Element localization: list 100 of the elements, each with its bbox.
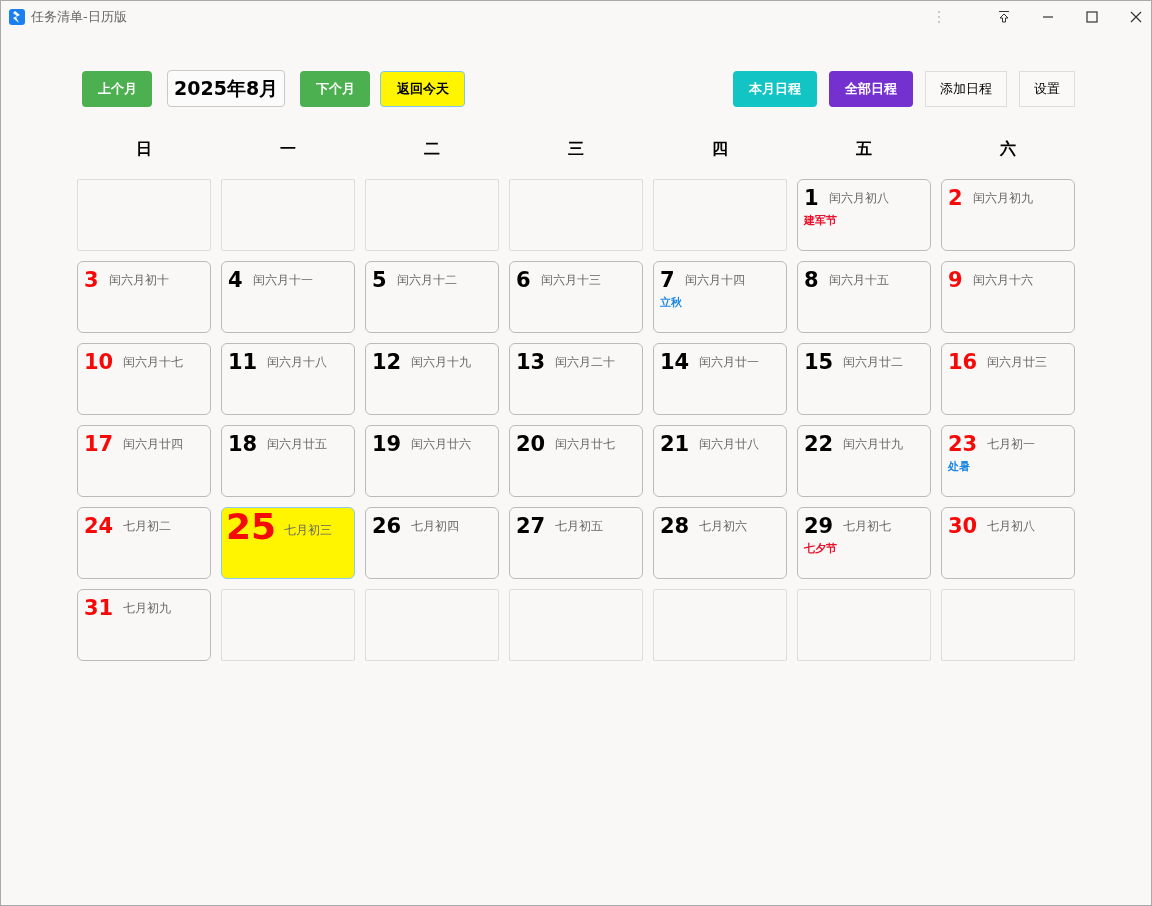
window-title: 任务清单-日历版 (31, 8, 127, 26)
lunar-date: 闰六月十七 (123, 353, 184, 371)
day-number: 23 (948, 432, 978, 456)
lunar-date: 闰六月十二 (396, 271, 457, 289)
day-number: 22 (804, 432, 834, 456)
lunar-date: 闰六月廿二 (843, 353, 904, 371)
day-cell[interactable]: 25 七月初三 (221, 507, 355, 579)
lunar-date: 闰六月廿六 (411, 435, 472, 453)
day-cell[interactable]: 22 闰六月廿九 (797, 425, 931, 497)
lunar-date: 七月初三 (284, 522, 333, 539)
day-cell[interactable]: 27 七月初五 (509, 507, 643, 579)
weekday-header: 三 (568, 138, 584, 160)
day-cell[interactable]: 10 闰六月十七 (77, 343, 211, 415)
day-cell[interactable]: 20 闰六月廿七 (509, 425, 643, 497)
day-cell[interactable]: 14 闰六月廿一 (653, 343, 787, 415)
lunar-date: 七月初一 (987, 435, 1036, 453)
lunar-date: 闰六月十九 (411, 353, 472, 371)
day-cell[interactable]: 2 闰六月初九 (941, 179, 1075, 251)
weekday-header: 五 (856, 138, 872, 160)
lunar-date: 七月初五 (555, 517, 604, 535)
day-cell[interactable]: 4 闰六月十一 (221, 261, 355, 333)
day-cell[interactable]: 7 闰六月十四 立秋 (653, 261, 787, 333)
day-number: 17 (84, 432, 114, 456)
day-number: 20 (516, 432, 546, 456)
lunar-date: 七月初二 (123, 517, 172, 535)
lunar-date: 闰六月初九 (972, 189, 1033, 207)
day-cell[interactable]: 18 闰六月廿五 (221, 425, 355, 497)
weekday-header: 日 (136, 138, 152, 160)
day-cell[interactable]: 16 闰六月廿三 (941, 343, 1075, 415)
day-cell[interactable]: 28 七月初六 (653, 507, 787, 579)
festival-label: 处暑 (948, 459, 970, 474)
day-number: 3 (84, 268, 99, 292)
day-number: 10 (84, 350, 114, 374)
lunar-date: 闰六月廿一 (699, 353, 760, 371)
lunar-date: 七月初七 (843, 517, 892, 535)
day-cell[interactable]: 11 闰六月十八 (221, 343, 355, 415)
day-cell[interactable]: 24 七月初二 (77, 507, 211, 579)
day-number: 13 (516, 350, 546, 374)
day-cell[interactable]: 23 七月初一 处暑 (941, 425, 1075, 497)
pin-top-icon[interactable] (997, 10, 1011, 24)
today-button[interactable]: 返回今天 (380, 70, 466, 107)
day-cell[interactable]: 29 七月初七 七夕节 (797, 507, 931, 579)
day-number: 28 (660, 514, 690, 538)
lunar-date: 闰六月二十 (555, 353, 616, 371)
day-cell[interactable]: 19 闰六月廿六 (365, 425, 499, 497)
all-schedule-button[interactable]: 全部日程 (829, 70, 913, 107)
day-cell[interactable]: 31 七月初九 (77, 589, 211, 661)
day-cell[interactable]: 9 闰六月十六 (941, 261, 1075, 333)
lunar-date: 闰六月初八 (828, 189, 889, 207)
day-number: 21 (660, 432, 690, 456)
weekday-header: 一 (280, 138, 296, 160)
lunar-date: 闰六月廿四 (123, 435, 184, 453)
day-number: 19 (372, 432, 402, 456)
day-number: 31 (84, 596, 114, 620)
day-cell[interactable]: 21 闰六月廿八 (653, 425, 787, 497)
day-number: 4 (228, 268, 243, 292)
lunar-date: 闰六月十八 (267, 353, 328, 371)
weekday-header: 六 (1000, 138, 1016, 160)
app-logo-icon (9, 9, 25, 25)
toolbar-button[interactable]: 设置 (1019, 70, 1075, 107)
month-label: 2025年8月 (167, 70, 286, 107)
lunar-date: 闰六月十四 (684, 271, 745, 289)
weekday-header: 四 (712, 138, 728, 160)
day-cell[interactable]: 3 闰六月初十 (77, 261, 211, 333)
lunar-date: 七月初四 (411, 517, 460, 535)
day-number: 26 (372, 514, 402, 538)
day-number: 12 (372, 350, 402, 374)
lunar-date: 闰六月廿五 (267, 435, 328, 453)
day-cell[interactable]: 6 闰六月十三 (509, 261, 643, 333)
festival-label: 建军节 (804, 213, 837, 228)
toolbar-button[interactable]: 添加日程 (925, 70, 1007, 107)
day-cell[interactable]: 1 闰六月初八 建军节 (797, 179, 931, 251)
day-cell[interactable]: 12 闰六月十九 (365, 343, 499, 415)
close-icon[interactable] (1129, 10, 1143, 24)
day-cell[interactable]: 30 七月初八 (941, 507, 1075, 579)
day-cell[interactable]: 15 闰六月廿二 (797, 343, 931, 415)
day-number: 5 (372, 268, 387, 292)
lunar-date: 闰六月初十 (108, 271, 169, 289)
day-number: 25 (226, 508, 277, 546)
day-number: 18 (228, 432, 258, 456)
lunar-date: 闰六月廿八 (699, 435, 760, 453)
day-cell[interactable]: 5 闰六月十二 (365, 261, 499, 333)
day-cell[interactable]: 13 闰六月二十 (509, 343, 643, 415)
day-number: 16 (948, 350, 978, 374)
day-number: 6 (516, 268, 531, 292)
day-number: 14 (660, 350, 690, 374)
day-number: 2 (948, 186, 963, 210)
lunar-date: 闰六月十五 (828, 271, 889, 289)
maximize-icon[interactable] (1085, 10, 1099, 24)
day-number: 7 (660, 268, 675, 292)
day-number: 1 (804, 186, 819, 210)
day-cell[interactable]: 26 七月初四 (365, 507, 499, 579)
day-cell[interactable]: 8 闰六月十五 (797, 261, 931, 333)
day-number: 11 (228, 350, 258, 374)
day-cell[interactable]: 17 闰六月廿四 (77, 425, 211, 497)
weekday-header: 二 (424, 138, 440, 160)
lunar-date: 闰六月十一 (252, 271, 313, 289)
day-number: 30 (948, 514, 978, 538)
lunar-date: 闰六月廿三 (987, 353, 1048, 371)
lunar-date: 七月初九 (123, 599, 172, 617)
